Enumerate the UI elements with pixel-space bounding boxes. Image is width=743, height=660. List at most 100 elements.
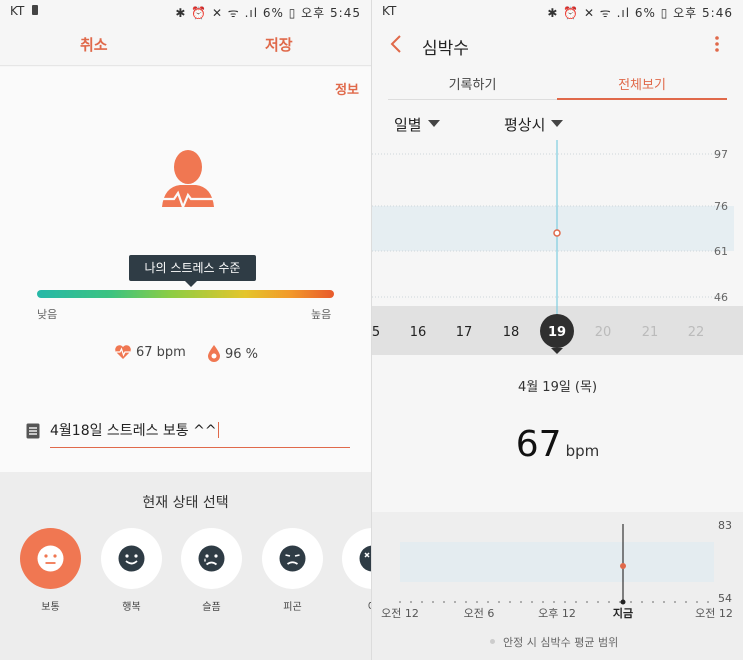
high-label: 높음 xyxy=(311,308,332,321)
bpm-value: 67 xyxy=(515,424,562,465)
stress-summary: 정보 나의 스트레스 수준 낮음 높음 67 bpm 96 % 4월18일 스트… xyxy=(0,67,371,472)
status-bar: KT ✱ ⏰ ✕ ᯤ .ıl 6% ▯ 오후 5:45 xyxy=(0,0,371,22)
mini-y-top: 83 xyxy=(718,519,732,532)
mood-label: 행복 xyxy=(122,602,141,613)
y-tick-label: 76 xyxy=(714,200,728,213)
mood-happy-button[interactable] xyxy=(101,528,162,589)
mode-dropdown[interactable]: 평상시 xyxy=(504,114,564,135)
text-cursor xyxy=(217,422,219,438)
dropdown-arrow-icon xyxy=(551,120,564,127)
angry-face-icon xyxy=(359,545,371,572)
happy-face-icon xyxy=(118,545,145,572)
day-label: 5 xyxy=(372,325,380,340)
dropdown-arrow-icon xyxy=(427,120,440,127)
blood-drop-icon xyxy=(208,345,220,362)
mood-angry-button[interactable] xyxy=(342,528,371,589)
mood-tired-button[interactable] xyxy=(262,528,323,589)
legend-dot xyxy=(490,639,495,644)
status-icons: ✱ ⏰ ✕ ᯤ .ıl 6% ▯ 오후 5:45 xyxy=(175,6,361,20)
stress-level-bar xyxy=(37,290,334,298)
baseline-dot xyxy=(586,601,588,603)
stress-record-screen: KT ✱ ⏰ ✕ ᯤ .ıl 6% ▯ 오후 5:45 취소 저장 정보 나의 … xyxy=(0,0,371,660)
mood-neutral-button[interactable] xyxy=(20,528,81,589)
page-title: 심박수 xyxy=(422,39,469,59)
baseline-dot xyxy=(685,601,687,603)
status-bar: KT ✱ ⏰ ✕ ᯤ .ıl 6% ▯ 오후 5:46 xyxy=(372,0,743,22)
spo2-value: 96 % xyxy=(225,347,259,362)
mini-x-label: 오전 12 xyxy=(381,607,419,620)
mood-selector: 현재 상태 선택 보통 행복 슬픔 피곤 xyxy=(0,472,371,660)
day-label: 22 xyxy=(688,325,705,340)
baseline-dot xyxy=(575,601,577,603)
person-stress-icon xyxy=(158,150,218,211)
baseline-dot xyxy=(432,601,434,603)
baseline-dot xyxy=(443,601,445,603)
bpm-unit: bpm xyxy=(565,442,600,460)
baseline-dot xyxy=(696,601,698,603)
baseline-dot xyxy=(630,601,632,603)
sad-face-icon xyxy=(198,545,225,572)
baseline-dot xyxy=(509,601,511,603)
day-label: 20 xyxy=(595,325,612,340)
memo-input[interactable]: 4월18일 스트레스 보통 ^^ xyxy=(50,420,350,448)
mini-x-label: 오후 12 xyxy=(538,607,576,620)
mini-y-bottom: 54 xyxy=(718,592,732,605)
carrier-label: KT xyxy=(382,4,397,18)
legend-text: 안정 시 심박수 평균 범위 xyxy=(503,636,619,649)
low-label: 낮음 xyxy=(37,308,58,321)
baseline-dot xyxy=(465,601,467,603)
day-label: 21 xyxy=(642,325,659,340)
more-options-icon[interactable] xyxy=(715,36,719,52)
mini-x-label-now: 지금 xyxy=(613,606,633,620)
day-label: 16 xyxy=(410,325,427,340)
sim-icon xyxy=(32,5,38,15)
baseline-dot xyxy=(553,601,555,603)
baseline-dot xyxy=(454,601,456,603)
active-tab-indicator xyxy=(557,98,727,100)
baseline-dot xyxy=(487,601,489,603)
back-arrow-icon[interactable] xyxy=(390,34,402,54)
mood-section-title: 현재 상태 선택 xyxy=(142,495,229,511)
y-tick-label: 61 xyxy=(714,245,728,258)
heart-icon xyxy=(115,345,131,359)
period-dropdown[interactable]: 일별 xyxy=(394,114,440,135)
day-label: 17 xyxy=(456,325,473,340)
mini-x-label: 오전 12 xyxy=(695,607,733,620)
baseline-dot xyxy=(564,601,566,603)
y-tick-label: 97 xyxy=(714,148,728,161)
save-button[interactable]: 저장 xyxy=(265,34,293,55)
baseline-dot xyxy=(542,601,544,603)
spo2-metric: 96 % xyxy=(207,344,258,362)
info-link[interactable]: 정보 xyxy=(335,79,359,98)
stress-level-tooltip: 나의 스트레스 수준 xyxy=(129,255,256,287)
daily-heart-rate-chart: 83 54 오전 12 오전 6 오후 12 지금 오전 12 안정 시 심박수… xyxy=(372,512,743,660)
baseline-dot xyxy=(652,601,654,603)
memo-text: 4월18일 스트레스 보통 ^^ xyxy=(50,423,217,439)
cancel-button[interactable]: 취소 xyxy=(80,34,108,55)
baseline-dot xyxy=(476,601,478,603)
status-icons: ✱ ⏰ ✕ ᯤ .ıl 6% ▯ 오후 5:46 xyxy=(547,6,733,20)
edit-header: 취소 저장 xyxy=(0,22,371,66)
mood-sad-button[interactable] xyxy=(181,528,242,589)
now-marker xyxy=(620,599,626,605)
neutral-face-icon xyxy=(37,545,64,572)
app-bar: 심박수 xyxy=(372,22,743,66)
heart-rate-value: 67 bpm xyxy=(136,345,186,360)
baseline-dot xyxy=(663,601,665,603)
day-label: 18 xyxy=(503,325,520,340)
carrier-label: KT xyxy=(10,4,25,18)
baseline-dot xyxy=(410,601,412,603)
tab-overview[interactable]: 전체보기 xyxy=(557,74,727,100)
heart-rate-chart[interactable]: 97 76 61 46 5 16 17 18 19 20 21 22 xyxy=(372,140,743,355)
mood-label: 피곤 xyxy=(283,602,302,613)
period-value: 일별 xyxy=(394,116,422,134)
baseline-dot xyxy=(399,601,401,603)
tab-record[interactable]: 기록하기 xyxy=(388,74,557,100)
baseline-dot xyxy=(531,601,533,603)
baseline-dot xyxy=(421,601,423,603)
baseline-dot xyxy=(674,601,676,603)
heart-rate-metric: 67 bpm xyxy=(114,344,186,360)
baseline-dot xyxy=(520,601,522,603)
range-legend: 안정 시 심박수 평균 범위 xyxy=(490,634,618,650)
tired-face-icon xyxy=(279,545,306,572)
